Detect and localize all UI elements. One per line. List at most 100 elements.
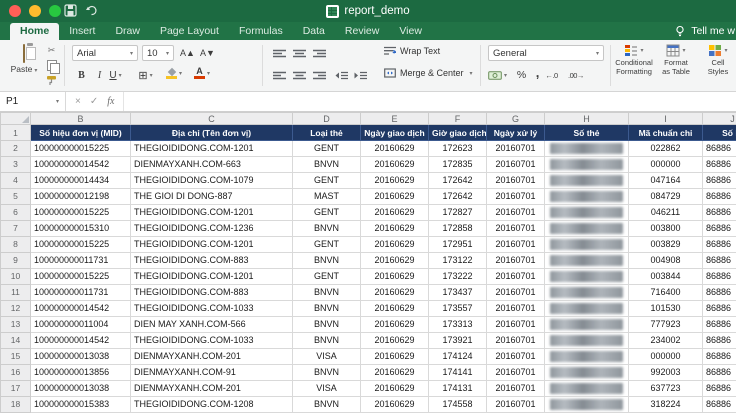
cell[interactable]: 003844 xyxy=(629,269,703,285)
column-header[interactable]: F xyxy=(429,113,487,125)
font-color-button[interactable]: A▾ xyxy=(194,65,210,81)
row-number[interactable]: 11 xyxy=(1,285,31,301)
cell[interactable]: 20160629 xyxy=(361,365,429,381)
cell[interactable]: VISA xyxy=(293,381,361,397)
cell[interactable]: 20160629 xyxy=(361,333,429,349)
cell[interactable]: 20160629 xyxy=(361,301,429,317)
column-header[interactable]: J xyxy=(703,113,736,125)
format-as-table-button[interactable]: ▾ Formatas Table xyxy=(656,44,696,76)
cell[interactable]: 20160629 xyxy=(361,173,429,189)
cell-card-number[interactable] xyxy=(545,141,629,157)
cell[interactable]: 022862 xyxy=(629,141,703,157)
cell[interactable]: 172623 xyxy=(429,141,487,157)
cell[interactable]: 20160701 xyxy=(487,205,545,221)
cell[interactable]: 173437 xyxy=(429,285,487,301)
cell[interactable]: BNVN xyxy=(293,301,361,317)
align-center-button[interactable] xyxy=(292,68,307,84)
column-header[interactable]: I xyxy=(629,113,703,125)
cell[interactable]: 100000000014542 xyxy=(31,301,131,317)
row-number[interactable]: 18 xyxy=(1,397,31,413)
cell[interactable]: 100000000015225 xyxy=(31,269,131,285)
cell[interactable]: 100000000015225 xyxy=(31,141,131,157)
column-header[interactable]: D xyxy=(293,113,361,125)
cell[interactable]: GENT xyxy=(293,269,361,285)
copy-button[interactable] xyxy=(47,59,57,72)
decrease-font-size-button[interactable]: A▼ xyxy=(200,45,215,61)
cell[interactable]: 100000000014434 xyxy=(31,173,131,189)
insert-function-button[interactable]: fx xyxy=(107,96,114,107)
tell-me-button[interactable]: Tell me w xyxy=(674,25,736,37)
cell[interactable]: 047164 xyxy=(629,173,703,189)
cell[interactable]: 20160701 xyxy=(487,349,545,365)
cell[interactable]: THEGIOIDIDONG.COM-1201 xyxy=(131,205,293,221)
cell[interactable]: BNVN xyxy=(293,221,361,237)
cell[interactable]: 173557 xyxy=(429,301,487,317)
cell-card-number[interactable] xyxy=(545,221,629,237)
cell[interactable]: 100000000015225 xyxy=(31,205,131,221)
select-all-corner[interactable] xyxy=(1,113,31,125)
cell[interactable]: 174141 xyxy=(429,365,487,381)
cell[interactable]: 100000000015225 xyxy=(31,237,131,253)
cell[interactable]: 20160629 xyxy=(361,157,429,173)
cell[interactable]: BNVN xyxy=(293,397,361,413)
cell[interactable]: 20160701 xyxy=(487,157,545,173)
cell[interactable]: 100000000015310 xyxy=(31,221,131,237)
cell[interactable]: 174124 xyxy=(429,349,487,365)
header-cell[interactable]: Địa chỉ (Tên đơn vị) xyxy=(131,125,293,141)
column-header[interactable]: E xyxy=(361,113,429,125)
increase-font-size-button[interactable]: A▲ xyxy=(180,45,195,61)
cell[interactable]: 777923 xyxy=(629,317,703,333)
cell[interactable]: 86886 xyxy=(703,349,736,365)
cell[interactable]: 20160629 xyxy=(361,237,429,253)
cell[interactable]: 20160629 xyxy=(361,141,429,157)
cell[interactable]: DIENMAYXANH.COM-91 xyxy=(131,365,293,381)
cell[interactable]: 100000000012198 xyxy=(31,189,131,205)
column-header[interactable]: G xyxy=(487,113,545,125)
cell[interactable]: 100000000013038 xyxy=(31,349,131,365)
cell[interactable]: 86886 xyxy=(703,157,736,173)
cell-card-number[interactable] xyxy=(545,237,629,253)
decrease-indent-button[interactable] xyxy=(334,68,349,84)
cell[interactable]: 86886 xyxy=(703,141,736,157)
cell[interactable]: 100000000011004 xyxy=(31,317,131,333)
cell[interactable]: 172835 xyxy=(429,157,487,173)
cell[interactable]: 20160629 xyxy=(361,349,429,365)
cell[interactable]: 20160629 xyxy=(361,285,429,301)
header-cell[interactable]: Ngày giao dịch xyxy=(361,125,429,141)
cell[interactable]: GENT xyxy=(293,237,361,253)
cell[interactable]: 20160701 xyxy=(487,301,545,317)
cell[interactable]: 20160701 xyxy=(487,253,545,269)
cell-card-number[interactable] xyxy=(545,205,629,221)
cell[interactable]: 000000 xyxy=(629,349,703,365)
header-cell[interactable]: Số lô xyxy=(703,125,736,141)
row-number[interactable]: 7 xyxy=(1,221,31,237)
tab-insert[interactable]: Insert xyxy=(59,23,105,40)
paste-button[interactable]: Paste▾ xyxy=(8,45,40,74)
cell[interactable]: 234002 xyxy=(629,333,703,349)
cell[interactable]: GENT xyxy=(293,205,361,221)
cell[interactable]: 20160701 xyxy=(487,397,545,413)
cell[interactable]: 20160701 xyxy=(487,333,545,349)
cell-card-number[interactable] xyxy=(545,301,629,317)
cell[interactable]: 174558 xyxy=(429,397,487,413)
cell-card-number[interactable] xyxy=(545,173,629,189)
cell[interactable]: 000000 xyxy=(629,157,703,173)
header-cell[interactable]: Số hiệu đơn vị (MID) xyxy=(31,125,131,141)
cell[interactable]: 172827 xyxy=(429,205,487,221)
cell[interactable]: BNVN xyxy=(293,317,361,333)
currency-format-button[interactable]: ▾ xyxy=(488,67,507,83)
cell[interactable]: 20160629 xyxy=(361,253,429,269)
header-cell[interactable]: Mã chuẩn chi xyxy=(629,125,703,141)
cell[interactable]: 100000000011731 xyxy=(31,285,131,301)
cell[interactable]: 084729 xyxy=(629,189,703,205)
header-cell[interactable]: Ngày xử lý xyxy=(487,125,545,141)
cell[interactable]: THE GIOI DI DONG-887 xyxy=(131,189,293,205)
tab-view[interactable]: View xyxy=(389,23,432,40)
cell[interactable]: 20160629 xyxy=(361,205,429,221)
cell-styles-button[interactable]: ▾ CellStyles xyxy=(698,44,736,76)
cell[interactable]: 20160701 xyxy=(487,365,545,381)
cell[interactable]: 20160629 xyxy=(361,221,429,237)
cell[interactable]: BNVN xyxy=(293,365,361,381)
row-number[interactable]: 17 xyxy=(1,381,31,397)
align-left-button[interactable] xyxy=(272,68,287,84)
